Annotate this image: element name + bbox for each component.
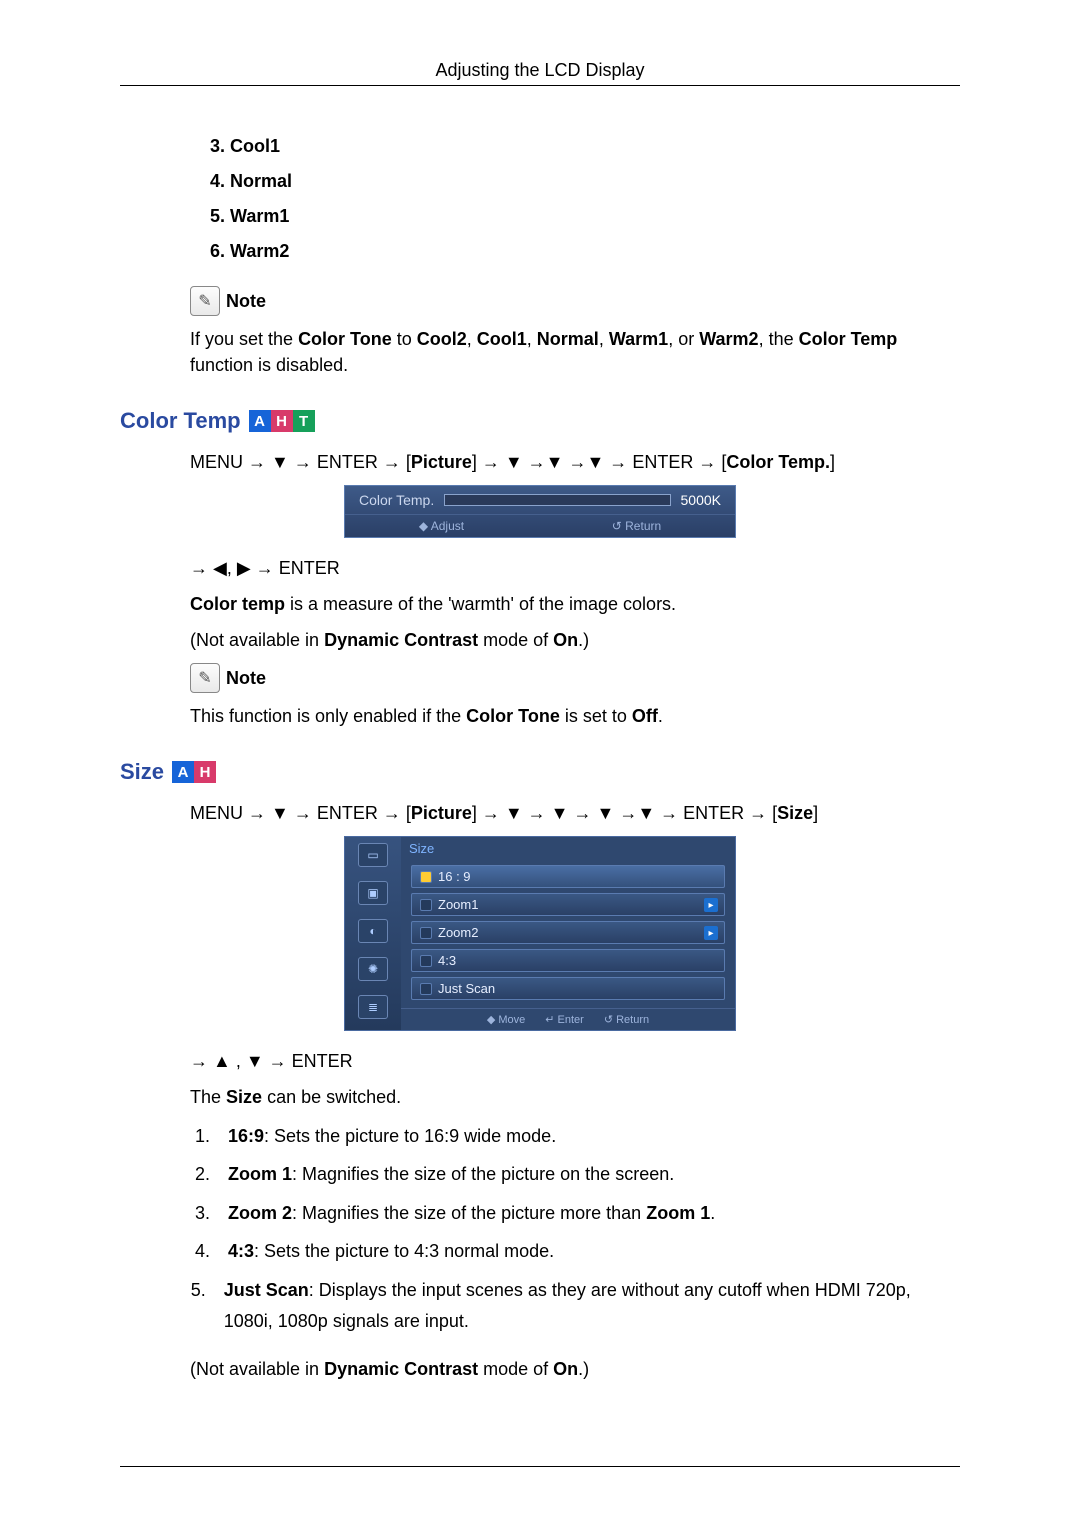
list-item: Warm2 [230,241,960,262]
osd-enter-hint: ↵ Enter [545,1013,584,1026]
menu-path-size-2: → ▲ , ▼ → ENTER [190,1051,960,1072]
section-title: Color Temp [120,408,241,434]
item-text: Zoom 1: Magnifies the size of the pictur… [228,1159,674,1190]
osd-slider[interactable] [444,494,670,506]
option-label: Just Scan [438,981,495,996]
size-options-list: 1. 16:9: Sets the picture to 16:9 wide mo… [190,1121,960,1337]
osd-option[interactable]: Zoom2 ▸ [411,921,725,944]
option-bullet [420,983,432,995]
color-temp-na: (Not available in Dynamic Contrast mode … [190,627,960,653]
setup-icon: ✺ [358,957,388,981]
item-number: 5. [190,1275,206,1336]
color-temp-desc: Color temp is a measure of the 'warmth' … [190,591,960,617]
item-text: 16:9: Sets the picture to 16:9 wide mode… [228,1121,556,1152]
chevron-right-icon: ▸ [704,926,718,940]
option-label: Zoom1 [438,897,478,912]
chevron-right-icon: ▸ [704,898,718,912]
section-color-temp: Color Temp AHT [120,408,960,434]
note-icon: ✎ [190,663,220,693]
option-bullet [420,927,432,939]
section-size: Size AH [120,759,960,785]
osd-return-hint: ↺ Return [612,519,661,533]
osd-return-hint: ↺ Return [604,1013,649,1026]
osd-side-icons: ▭ ▣ ◐ ✺ ≣ [345,837,401,1030]
section-title: Size [120,759,164,785]
osd-size: ▭ ▣ ◐ ✺ ≣ Size 16 : 9 Zoom1 ▸ Zoom2 ▸ 4:3 Just… [344,836,736,1031]
menu-path-color-temp-2: → ◀, ▶ → ENTER [190,558,960,579]
osd-option[interactable]: Zoom1 ▸ [411,893,725,916]
osd-move-hint: ◆ Move [487,1013,525,1026]
item-text: 4:3: Sets the picture to 4:3 normal mode… [228,1236,554,1267]
osd-label: Color Temp. [359,492,434,508]
option-bullet [420,899,432,911]
option-bullet [420,871,432,883]
osd-option[interactable]: Just Scan [411,977,725,1000]
list-item: 4. 4:3: Sets the picture to 4:3 normal mo… [190,1236,960,1267]
mode-tag-h: H [271,410,293,432]
list-item: Warm1 [230,206,960,227]
item-number: 4. [190,1236,210,1267]
page-footer-rule [120,1466,960,1467]
mode-tag-a: A [249,410,271,432]
osd-color-temp: Color Temp. 5000K ◆ Adjust ↺ Return [344,485,736,538]
note-text-1: If you set the Color Tone to Cool2, Cool… [190,326,960,378]
list-item: Normal [230,171,960,192]
item-text: Just Scan: Displays the input scenes as … [224,1275,960,1336]
list-item: 5. Just Scan: Displays the input scenes a… [190,1275,960,1336]
list-item: 3. Zoom 2: Magnifies the size of the pict… [190,1198,960,1229]
menu-icon: ≣ [358,995,388,1019]
page-header: Adjusting the LCD Display [120,60,960,86]
note-label: Note [226,668,266,689]
item-number: 3. [190,1198,210,1229]
list-item: 2. Zoom 1: Magnifies the size of the pict… [190,1159,960,1190]
list-item: Cool1 [230,136,960,157]
note-icon: ✎ [190,286,220,316]
sound-icon: ◐ [358,919,388,943]
osd-option[interactable]: 4:3 [411,949,725,972]
osd-title: Size [401,837,735,860]
menu-path-color-temp: MENU → ▼ → ENTER → [Picture] → ▼ →▼ →▼ →… [190,452,960,473]
mode-tags: AHT [249,410,315,432]
option-label: Zoom2 [438,925,478,940]
mode-tag-h: H [194,761,216,783]
osd-option[interactable]: 16 : 9 [411,865,725,888]
item-text: Zoom 2: Magnifies the size of the pictur… [228,1198,715,1229]
list-item: 1. 16:9: Sets the picture to 16:9 wide mo… [190,1121,960,1152]
mode-tag-a: A [172,761,194,783]
mode-tag-t: T [293,410,315,432]
item-number: 1. [190,1121,210,1152]
size-desc: The Size can be switched. [190,1084,960,1110]
option-label: 16 : 9 [438,869,471,884]
note-text-2: This function is only enabled if the Col… [190,703,960,729]
menu-path-size: MENU → ▼ → ENTER → [Picture] → ▼ → ▼ → ▼… [190,803,960,824]
size-na: (Not available in Dynamic Contrast mode … [190,1356,960,1382]
osd-adjust-hint: ◆ Adjust [419,519,464,533]
option-bullet [420,955,432,967]
note-label: Note [226,291,266,312]
mode-tags: AH [172,761,216,783]
item-number: 2. [190,1159,210,1190]
osd-value: 5000K [681,492,721,508]
option-label: 4:3 [438,953,456,968]
picture-icon: ▭ [358,843,388,867]
pip-icon: ▣ [358,881,388,905]
color-tone-continued-list: Cool1 Normal Warm1 Warm2 [230,136,960,262]
